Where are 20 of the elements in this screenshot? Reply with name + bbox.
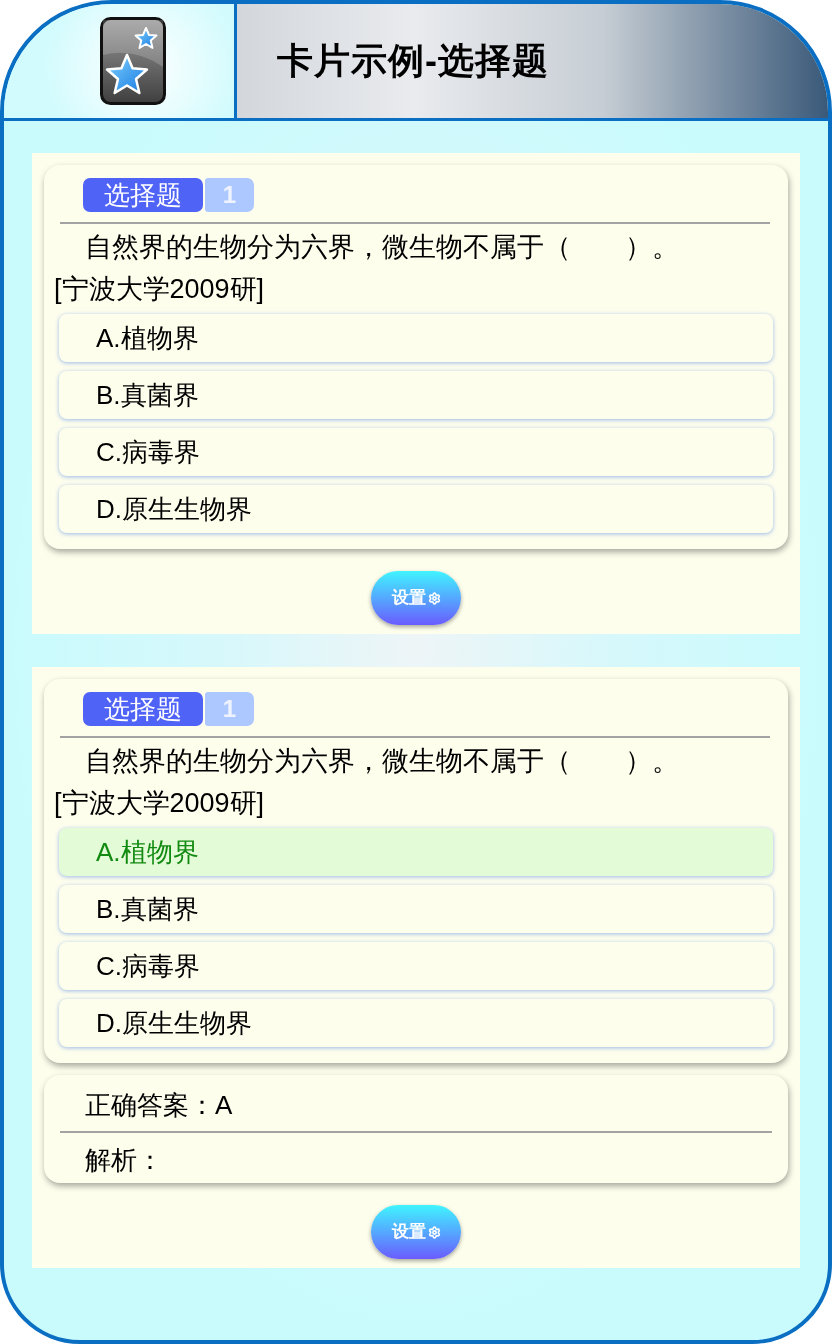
answer-option[interactable]: A.植物界 (59, 314, 773, 362)
question-text: 自然界的生物分为六界，微生物不属于（ ）。 [宁波大学2009研] (53, 745, 680, 820)
settings-icon (427, 591, 441, 605)
question-number-badge: 1 (205, 692, 254, 726)
answer-option[interactable]: A.植物界 (59, 828, 773, 876)
answer-option[interactable]: B.真菌界 (59, 371, 773, 419)
answer-option[interactable]: C.病毒界 (59, 942, 773, 990)
window-title: 卡片示例-选择题 (277, 39, 549, 83)
settings-icon (427, 1225, 441, 1239)
correct-answer-text: 正确答案：A (84, 1089, 234, 1122)
question-text: 自然界的生物分为六界，微生物不属于（ ）。 [宁波大学2009研] (53, 231, 680, 306)
explanation-label: 解析： (84, 1144, 164, 1177)
answer-option[interactable]: D.原生生物界 (59, 485, 773, 533)
answer-option[interactable]: C.病毒界 (59, 428, 773, 476)
question-type-tag: 选择题 (83, 178, 203, 212)
answer-option[interactable]: D.原生生物界 (59, 999, 773, 1047)
question-number-badge: 1 (205, 178, 254, 212)
star-card-icon (100, 17, 166, 105)
question-type-tag: 选择题 (83, 692, 203, 726)
answer-option[interactable]: B.真菌界 (59, 885, 773, 933)
